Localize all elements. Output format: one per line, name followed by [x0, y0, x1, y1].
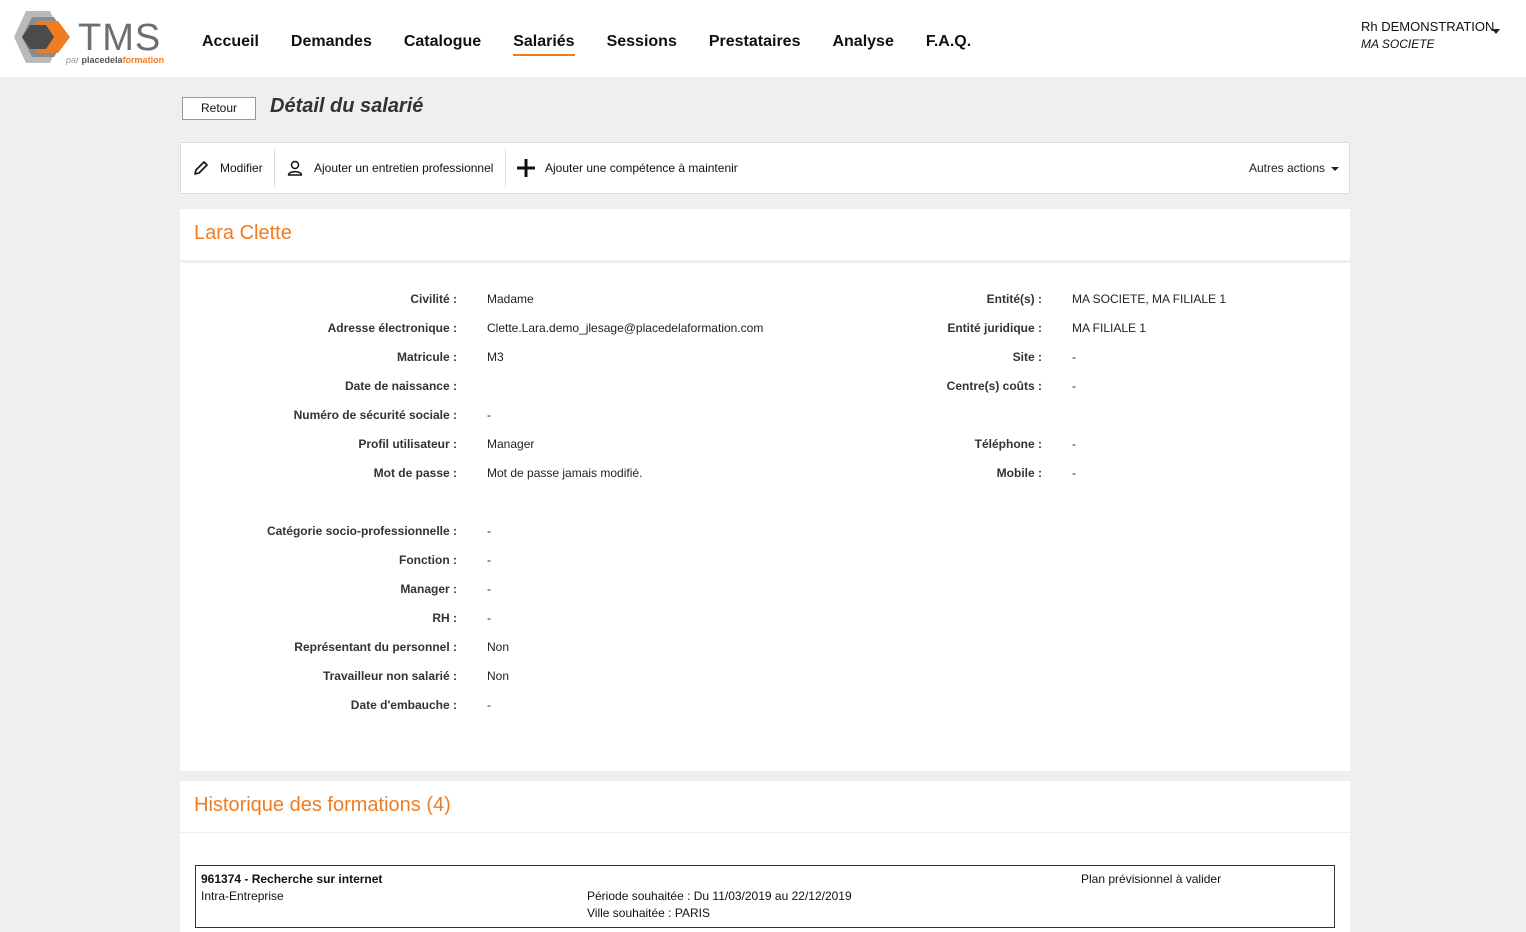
add-interview-button[interactable]: Ajouter un entretien professionnel — [285, 143, 493, 193]
label-mot-de-passe: Mot de passe : — [373, 466, 457, 480]
value-email: Clette.Lara.demo_jlesage@placedelaformat… — [487, 321, 764, 335]
employee-name: Lara Clette — [194, 222, 292, 244]
nav-accueil[interactable]: Accueil — [186, 0, 275, 77]
label-secu: Numéro de sécurité sociale : — [293, 408, 457, 422]
history-list: 961374 - Recherche sur internet Intra-En… — [180, 833, 1350, 932]
formation-title[interactable]: 961374 - Recherche sur internet — [201, 872, 382, 886]
formation-card[interactable]: 961374 - Recherche sur internet Intra-En… — [195, 865, 1335, 928]
label-travailleur: Travailleur non salarié : — [322, 669, 457, 683]
nav-faq[interactable]: F.A.Q. — [910, 0, 987, 77]
user-name: Rh DEMONSTRATION — [1361, 19, 1495, 34]
logo-tagline: par placedelaformation — [66, 55, 165, 65]
label-telephone: Téléphone : — [974, 437, 1042, 451]
value-mot-de-passe: Mot de passe jamais modifié. — [487, 466, 643, 480]
label-site: Site : — [1012, 350, 1042, 364]
value-rh: - — [487, 611, 491, 625]
employee-details: Civilité : Madame Adresse électronique :… — [180, 263, 1350, 771]
formation-status: Plan prévisionnel à valider — [1081, 872, 1222, 886]
tms-logo[interactable]: TMS par placedelaformation — [10, 9, 165, 67]
formation-type: Intra-Entreprise — [201, 889, 284, 903]
value-matricule: M3 — [487, 350, 504, 364]
add-interview-label: Ajouter un entretien professionnel — [314, 161, 494, 175]
chevron-down-icon — [1331, 167, 1339, 171]
label-representant: Représentant du personnel : — [294, 640, 457, 654]
page-title: Détail du salarié — [270, 95, 424, 117]
add-skill-button[interactable]: Ajouter une compétence à maintenir — [516, 143, 738, 193]
more-actions-label: Autres actions — [1248, 161, 1325, 175]
value-secu: - — [487, 408, 491, 422]
history-header: Historique des formations (4) — [180, 781, 1350, 832]
value-travailleur: Non — [487, 669, 510, 683]
chevron-down-icon — [1492, 29, 1500, 34]
plus-icon — [516, 158, 536, 178]
label-entite-juridique: Entité juridique : — [947, 321, 1042, 335]
employee-header: Lara Clette — [180, 209, 1350, 260]
label-matricule: Matricule : — [396, 350, 457, 364]
label-fonction: Fonction : — [399, 553, 457, 567]
toolbar-divider — [274, 149, 275, 187]
main-nav: Accueil Demandes Catalogue Salariés Sess… — [186, 0, 987, 77]
value-site: - — [1072, 350, 1076, 364]
edit-button[interactable]: Modifier — [191, 143, 263, 193]
label-civilite: Civilité : — [410, 292, 457, 306]
formation-city: Ville souhaitée : PARIS — [587, 906, 710, 920]
value-csp: - — [487, 524, 491, 538]
label-profil: Profil utilisateur : — [358, 437, 457, 451]
label-email: Adresse électronique : — [327, 321, 457, 335]
user-company: MA SOCIETE — [1361, 37, 1435, 51]
label-manager: Manager : — [400, 582, 457, 596]
label-date-naissance: Date de naissance : — [344, 379, 457, 393]
pencil-icon — [191, 158, 211, 178]
label-date-embauche: Date d'embauche : — [350, 698, 457, 712]
nav-prestataires[interactable]: Prestataires — [693, 0, 817, 77]
value-entites: MA SOCIETE, MA FILIALE 1 — [1072, 292, 1227, 306]
value-centres-couts: - — [1072, 379, 1076, 393]
nav-catalogue[interactable]: Catalogue — [388, 0, 497, 77]
label-centres-couts: Centre(s) coûts : — [946, 379, 1042, 393]
edit-label: Modifier — [220, 161, 263, 175]
value-date-embauche: - — [487, 698, 491, 712]
value-representant: Non — [487, 640, 510, 654]
logo-wordmark: TMS — [78, 17, 162, 59]
top-header: TMS par placedelaformation Accueil Deman… — [0, 0, 1526, 77]
action-toolbar: Modifier Ajouter un entretien profession… — [180, 142, 1350, 194]
value-fonction: - — [487, 553, 491, 567]
more-actions-dropdown[interactable]: Autres actions — [1249, 143, 1339, 193]
hexagon-logo-icon — [14, 11, 70, 63]
history-title: Historique des formations (4) — [194, 794, 451, 816]
value-manager: - — [487, 582, 491, 596]
back-button[interactable]: Retour — [182, 97, 256, 120]
nav-sessions[interactable]: Sessions — [591, 0, 693, 77]
value-telephone: - — [1072, 437, 1076, 451]
toolbar-divider — [505, 149, 506, 187]
value-civilite: Madame — [487, 292, 534, 306]
value-profil: Manager — [487, 437, 535, 451]
user-menu[interactable]: Rh DEMONSTRATION MA SOCIETE — [1361, 19, 1511, 51]
nav-demandes[interactable]: Demandes — [275, 0, 388, 77]
nav-analyse[interactable]: Analyse — [816, 0, 909, 77]
label-rh: RH : — [432, 611, 457, 625]
value-mobile: - — [1072, 466, 1076, 480]
nav-salaries[interactable]: Salariés — [497, 0, 590, 77]
user-icon — [285, 158, 305, 178]
label-csp: Catégorie socio-professionnelle : — [266, 524, 457, 538]
value-entite-juridique: MA FILIALE 1 — [1072, 321, 1147, 335]
label-mobile: Mobile : — [996, 466, 1042, 480]
formation-period: Période souhaitée : Du 11/03/2019 au 22/… — [587, 889, 852, 903]
label-entites: Entité(s) : — [986, 292, 1042, 306]
add-skill-label: Ajouter une compétence à maintenir — [545, 161, 738, 175]
